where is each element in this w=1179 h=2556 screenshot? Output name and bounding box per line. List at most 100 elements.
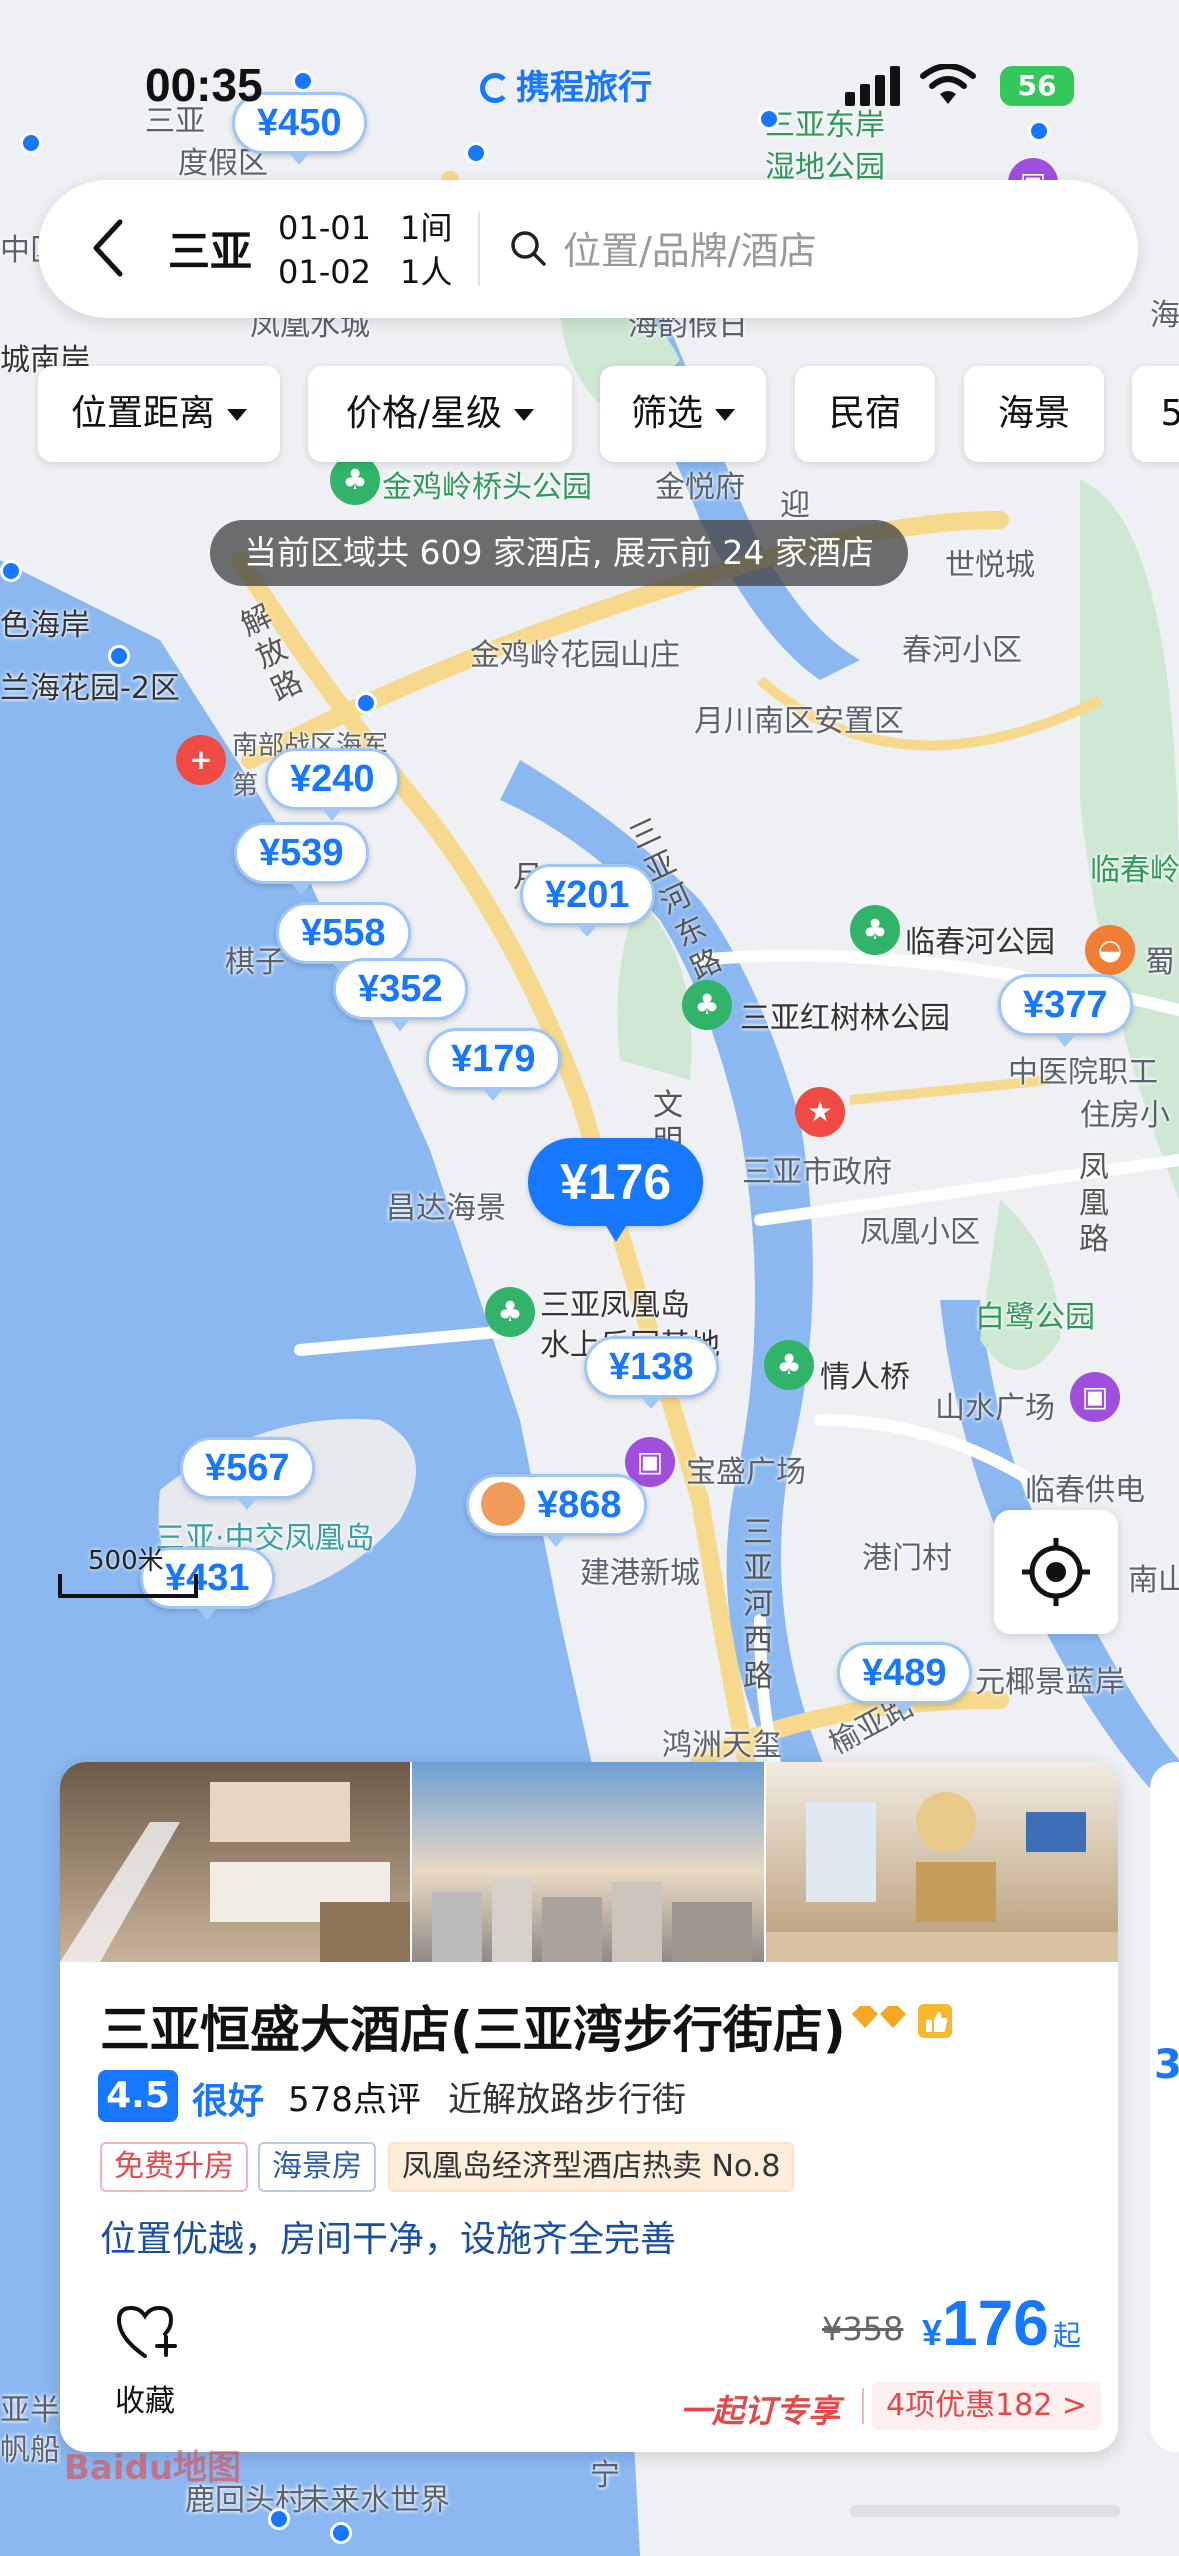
- filter-label: 海景: [997, 393, 1070, 434]
- park-icon[interactable]: ♣: [330, 455, 380, 505]
- hotel-dot[interactable]: [268, 2508, 290, 2530]
- map-label: 临春供电: [1025, 1473, 1145, 1508]
- hotel-name[interactable]: 三亚恒盛大酒店(三亚湾步行街店): [100, 1990, 846, 2062]
- price-pin[interactable]: ¥539: [234, 822, 369, 895]
- government-icon[interactable]: ★: [795, 1087, 845, 1137]
- caret-down-icon: [227, 409, 247, 421]
- room-count: 1间: [400, 209, 453, 247]
- hotel-card[interactable]: 三亚恒盛大酒店(三亚湾步行街店) 4.5 很好 578点评 近解放路步行街 免费…: [60, 1762, 1118, 2452]
- map-label: 帆船: [0, 2433, 60, 2468]
- price-pin[interactable]: ¥240: [265, 748, 400, 821]
- hotel-photo-room[interactable]: [60, 1762, 410, 1962]
- map-label: 南山: [1128, 1563, 1179, 1598]
- map-label: 元椰景蓝岸: [975, 1665, 1125, 1700]
- map-label: 宝盛广场: [686, 1455, 806, 1490]
- map-label: 色海岸: [0, 608, 90, 643]
- filter-label: 筛选: [630, 393, 703, 434]
- offers-button[interactable]: 4项优惠182 >: [872, 2382, 1102, 2430]
- road-label: 凤凰路: [1079, 1150, 1109, 1257]
- filter-next[interactable]: 5: [1132, 366, 1179, 462]
- locate-button[interactable]: [994, 1510, 1118, 1634]
- brand-logo-icon: [481, 1481, 525, 1526]
- map-label: 春河小区: [902, 633, 1022, 668]
- park-icon[interactable]: ♣: [850, 905, 900, 955]
- map-label: 昌达海景: [386, 1191, 506, 1226]
- map-label: 宁: [590, 2458, 620, 2493]
- map-label: 山水广场: [935, 1391, 1055, 1426]
- map-label: 棋子: [225, 945, 285, 980]
- scale-bar: [58, 1574, 198, 1598]
- tag-ranking[interactable]: 凤凰岛经济型酒店热卖 No.8: [388, 2142, 795, 2192]
- original-price: ¥358: [822, 2310, 904, 2348]
- map-label: 三亚凤凰岛: [540, 1288, 690, 1323]
- hotel-dot[interactable]: [330, 2522, 352, 2544]
- app-logo-text: 携程旅行: [516, 68, 652, 108]
- map-label: 住房小: [1080, 1098, 1170, 1133]
- amusement-park-icon[interactable]: ♣: [485, 1287, 535, 1337]
- park-icon[interactable]: ♣: [682, 980, 732, 1030]
- shopping-icon[interactable]: ▣: [1070, 1372, 1120, 1422]
- city-selector[interactable]: 三亚: [168, 218, 252, 279]
- cellular-signal-icon: [845, 66, 900, 106]
- filter-price-star[interactable]: 价格/星级: [308, 366, 572, 462]
- filter-more[interactable]: 筛选: [600, 366, 766, 462]
- search-input[interactable]: 位置/品牌/酒店: [563, 220, 817, 275]
- hotel-dot[interactable]: [0, 560, 22, 582]
- map-scale: 500米: [58, 1540, 208, 1600]
- map-label: 鸿洲天玺: [662, 1728, 782, 1763]
- hospital-icon[interactable]: +: [176, 735, 226, 785]
- map-label: 兰海花园-2区: [0, 671, 180, 706]
- hotel-dot[interactable]: [355, 692, 377, 714]
- crosshair-icon: [1022, 1538, 1090, 1606]
- park-icon[interactable]: ♣: [764, 1340, 814, 1390]
- next-hotel-card[interactable]: 3: [1150, 1762, 1179, 2452]
- map-label: 临春河公园: [905, 925, 1055, 960]
- search-icon: [511, 231, 546, 266]
- price-pin[interactable]: ¥352: [333, 958, 468, 1031]
- filter-label: 5: [1160, 393, 1179, 434]
- guest-count: 1人: [400, 253, 453, 291]
- hotel-photo-lobby[interactable]: [766, 1762, 1118, 1962]
- hotel-photo-city[interactable]: [412, 1762, 764, 1962]
- map-label: 情人桥: [820, 1360, 910, 1395]
- date-selector[interactable]: 01-01 01-02: [278, 206, 371, 294]
- battery-indicator: 56: [1000, 66, 1074, 106]
- review-count[interactable]: 578点评: [288, 2072, 421, 2121]
- hotel-dot[interactable]: [108, 645, 130, 667]
- map-label: 月川南区安置区: [694, 704, 904, 739]
- map-label: 蜀: [1145, 945, 1175, 980]
- checkin-date: 01-01: [278, 209, 371, 247]
- price-value: 176: [942, 2287, 1049, 2359]
- app-logo: 携程旅行: [480, 60, 652, 109]
- search-bar[interactable]: 三亚 01-01 01-02 1间 1人 位置/品牌/酒店: [38, 180, 1138, 318]
- promo-label: 一起订专享: [680, 2392, 841, 2430]
- map-label: 凤凰小区: [860, 1215, 980, 1250]
- price-pin[interactable]: ¥558: [276, 902, 411, 975]
- filter-distance[interactable]: 位置距离: [38, 366, 280, 462]
- price-pin[interactable]: ¥138: [584, 1336, 719, 1409]
- price-pin[interactable]: ¥377: [998, 974, 1133, 1047]
- map-label: 白鹭公园: [975, 1300, 1095, 1335]
- filter-homestay[interactable]: 民宿: [795, 366, 935, 462]
- room-guest-selector[interactable]: 1间 1人: [400, 206, 452, 294]
- price-pin[interactable]: ¥179: [426, 1028, 561, 1101]
- map-provider-watermark: Baidu地图: [64, 2448, 242, 2488]
- price-pin-selected[interactable]: ¥176: [528, 1138, 704, 1242]
- scale-label: 500米: [88, 1546, 164, 1576]
- map-label: 未来水世界: [300, 2483, 450, 2518]
- back-arrow-icon[interactable]: [88, 216, 128, 280]
- result-count-notice: 当前区域共 609 家酒店, 展示前 24 家酒店: [210, 520, 908, 586]
- map-label: 迎: [780, 488, 810, 523]
- filter-seaview[interactable]: 海景: [964, 366, 1104, 462]
- restaurant-icon[interactable]: ◒: [1085, 925, 1135, 975]
- map-label: 港门村: [862, 1541, 952, 1576]
- filter-label: 民宿: [828, 393, 901, 434]
- favorite-button[interactable]: 收藏: [100, 2302, 190, 2420]
- home-indicator[interactable]: [850, 2505, 1120, 2517]
- current-price[interactable]: ¥176 起: [922, 2286, 1081, 2360]
- price-pin[interactable]: ¥201: [520, 864, 655, 937]
- map-label: 金鸡岭桥头公园: [382, 470, 592, 505]
- price-pin[interactable]: ¥489: [837, 1642, 972, 1715]
- price-pin[interactable]: ¥567: [180, 1437, 315, 1510]
- price-pin-brand[interactable]: ¥868: [466, 1474, 647, 1547]
